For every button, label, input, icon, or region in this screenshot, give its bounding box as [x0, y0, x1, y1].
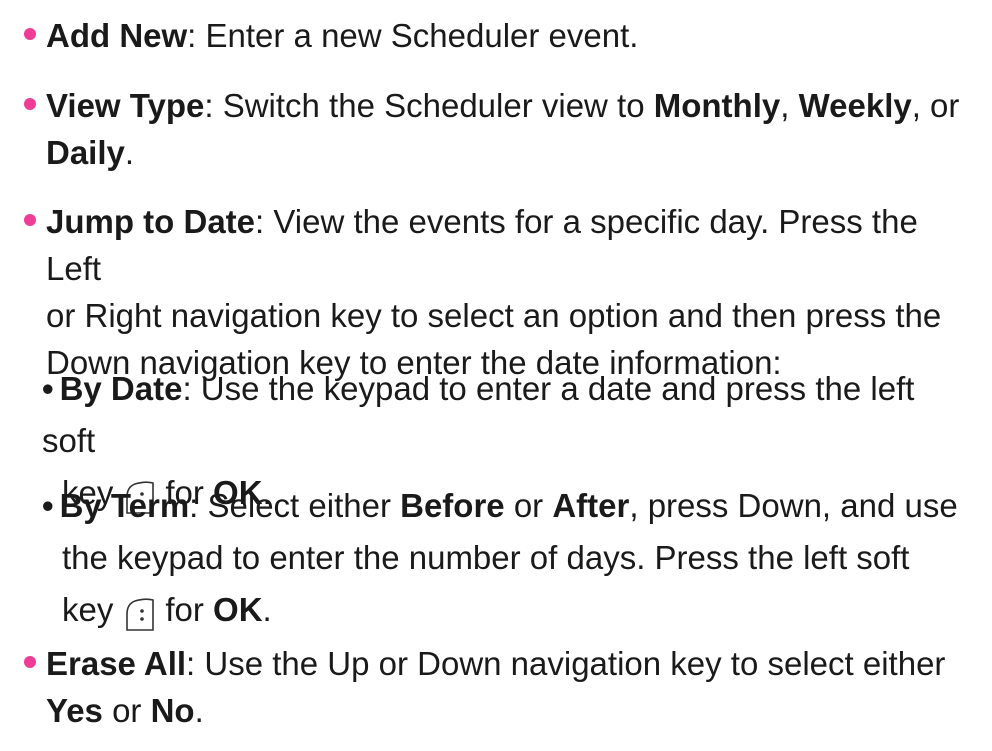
option-daily: Daily: [46, 134, 125, 171]
term-add-new: Add New: [46, 17, 188, 54]
option-weekly: Weekly: [798, 87, 912, 124]
or-word: or: [102, 692, 151, 729]
bullet-icon: [24, 214, 36, 226]
ok-label: OK: [213, 591, 263, 628]
key-word: key: [62, 591, 114, 628]
desc-by-term-b: or: [504, 487, 553, 524]
punct: .: [124, 134, 135, 171]
list-item-add-new: Add New: Enter a new Scheduler event.: [24, 12, 974, 59]
option-monthly: Monthly: [653, 87, 781, 124]
bullet-icon: [24, 28, 36, 40]
separator: , or: [911, 87, 960, 124]
desc-erase-all: : Use the Up or Down navigation key to s…: [186, 645, 946, 682]
separator: ,: [780, 87, 799, 124]
bullet-icon: [24, 98, 36, 110]
punct: .: [262, 591, 272, 628]
desc-by-term-a: : Select either: [189, 487, 401, 524]
term-jump-to-date: Jump to Date: [46, 203, 256, 240]
sub-bullet: •: [42, 487, 54, 524]
page: Add New: Enter a new Scheduler event. Vi…: [0, 0, 992, 751]
desc-add-new: : Enter a new Scheduler event.: [187, 17, 639, 54]
for-word: for: [165, 591, 204, 628]
option-no: No: [150, 692, 195, 729]
term-erase-all: Erase All: [46, 645, 187, 682]
desc-by-term-line2: the keypad to enter the number of days. …: [62, 539, 910, 576]
sub-bullet: •: [42, 370, 54, 407]
option-after: After: [552, 487, 630, 524]
list-item-erase-all: Erase All: Use the Up or Down navigation…: [24, 640, 974, 734]
desc-jump-line2: or Right navigation key to select an opt…: [46, 297, 942, 334]
list-item-jump-to-date: Jump to Date: View the events for a spec…: [24, 198, 974, 386]
term-by-date: By Date: [59, 370, 183, 407]
term-by-term: By Term: [59, 487, 190, 524]
desc-by-term-c: , press Down, and use: [629, 487, 958, 524]
desc-view-type: : Switch the Scheduler view to: [204, 87, 654, 124]
term-view-type: View Type: [46, 87, 205, 124]
option-yes: Yes: [46, 692, 103, 729]
left-soft-key-icon: [123, 595, 157, 632]
option-before: Before: [400, 487, 505, 524]
bullet-icon: [24, 656, 36, 668]
punct: .: [194, 692, 204, 729]
sub-item-by-term: • By Term: Select either Before or After,…: [42, 480, 974, 636]
list-item-view-type: View Type: Switch the Scheduler view to …: [24, 82, 974, 176]
